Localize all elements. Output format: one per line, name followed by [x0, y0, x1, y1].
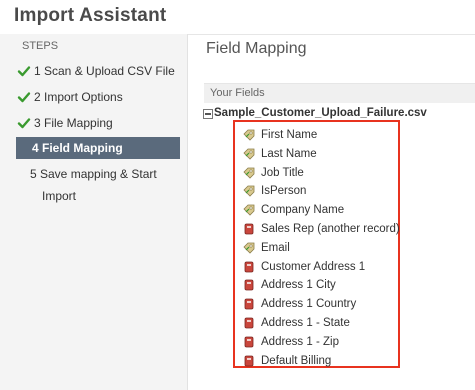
checkmark-icon [17, 118, 31, 129]
field-label: Customer Address 1 [261, 260, 366, 273]
tag-icon [243, 148, 255, 160]
app-header: Import Assistant [0, 0, 475, 35]
step-label-line1: 5 Save mapping & Start [30, 167, 157, 181]
tag-icon [243, 242, 255, 254]
fields-section-header: Your Fields [204, 83, 475, 103]
checkmark-icon [17, 92, 31, 103]
file-name: Sample_Customer_Upload_Failure.csv [214, 107, 427, 119]
app-title: Import Assistant [14, 5, 167, 26]
field-label: IsPerson [261, 185, 307, 198]
step-label: 1 Scan & Upload CSV File [34, 64, 175, 78]
field-label: Address 1 Country [261, 298, 357, 311]
record-icon [244, 336, 254, 348]
steps-sidebar: STEPS 1 Scan & Upload CSV File 2 Import … [0, 34, 188, 390]
field-label: First Name [261, 129, 318, 141]
step-label-line2: Import [42, 189, 77, 203]
field-label: Company Name [261, 204, 345, 217]
checkmark-icon [17, 66, 31, 77]
collapse-icon[interactable] [203, 109, 213, 119]
field-label: Address 1 City [261, 279, 336, 292]
tag-icon [243, 167, 255, 179]
step-field-mapping-active[interactable]: 4 Field Mapping [16, 137, 180, 159]
main-panel: Field Mapping Your Fields Sample_Custome… [188, 34, 475, 390]
field-label: Sales Rep (another record) [261, 223, 400, 235]
tag-icon [243, 204, 255, 216]
tag-icon [243, 185, 255, 197]
step-label: 2 Import Options [34, 90, 123, 104]
record-icon [244, 261, 254, 272]
step-save-mapping-continued[interactable]: Import [0, 185, 187, 207]
field-label: Default Billing [261, 354, 332, 367]
field-label: Address 1 - Zip [261, 335, 339, 348]
record-icon [244, 317, 254, 329]
field-label: Email [261, 241, 290, 254]
step-label: 3 File Mapping [34, 116, 113, 130]
file-tree-root[interactable]: Sample_Customer_Upload_Failure.csv [203, 107, 427, 119]
field-label: Address 1 - State [261, 317, 350, 329]
tag-icon [243, 129, 255, 141]
field-label: Job Title [261, 166, 304, 179]
record-icon [244, 355, 254, 366]
page-title: Field Mapping [206, 40, 307, 57]
field-label: Last Name [261, 147, 317, 160]
fields-list: First Name Last Name Job Title IsPerson Comp… [233, 120, 400, 368]
record-icon [244, 298, 254, 310]
record-icon [244, 279, 254, 291]
fields-section-label: Your Fields [210, 87, 265, 99]
record-icon [244, 223, 254, 235]
step-save-mapping[interactable]: 5 Save mapping & Start [0, 163, 187, 185]
step-label: 4 Field Mapping [32, 141, 123, 155]
steps-heading: STEPS [22, 40, 59, 52]
